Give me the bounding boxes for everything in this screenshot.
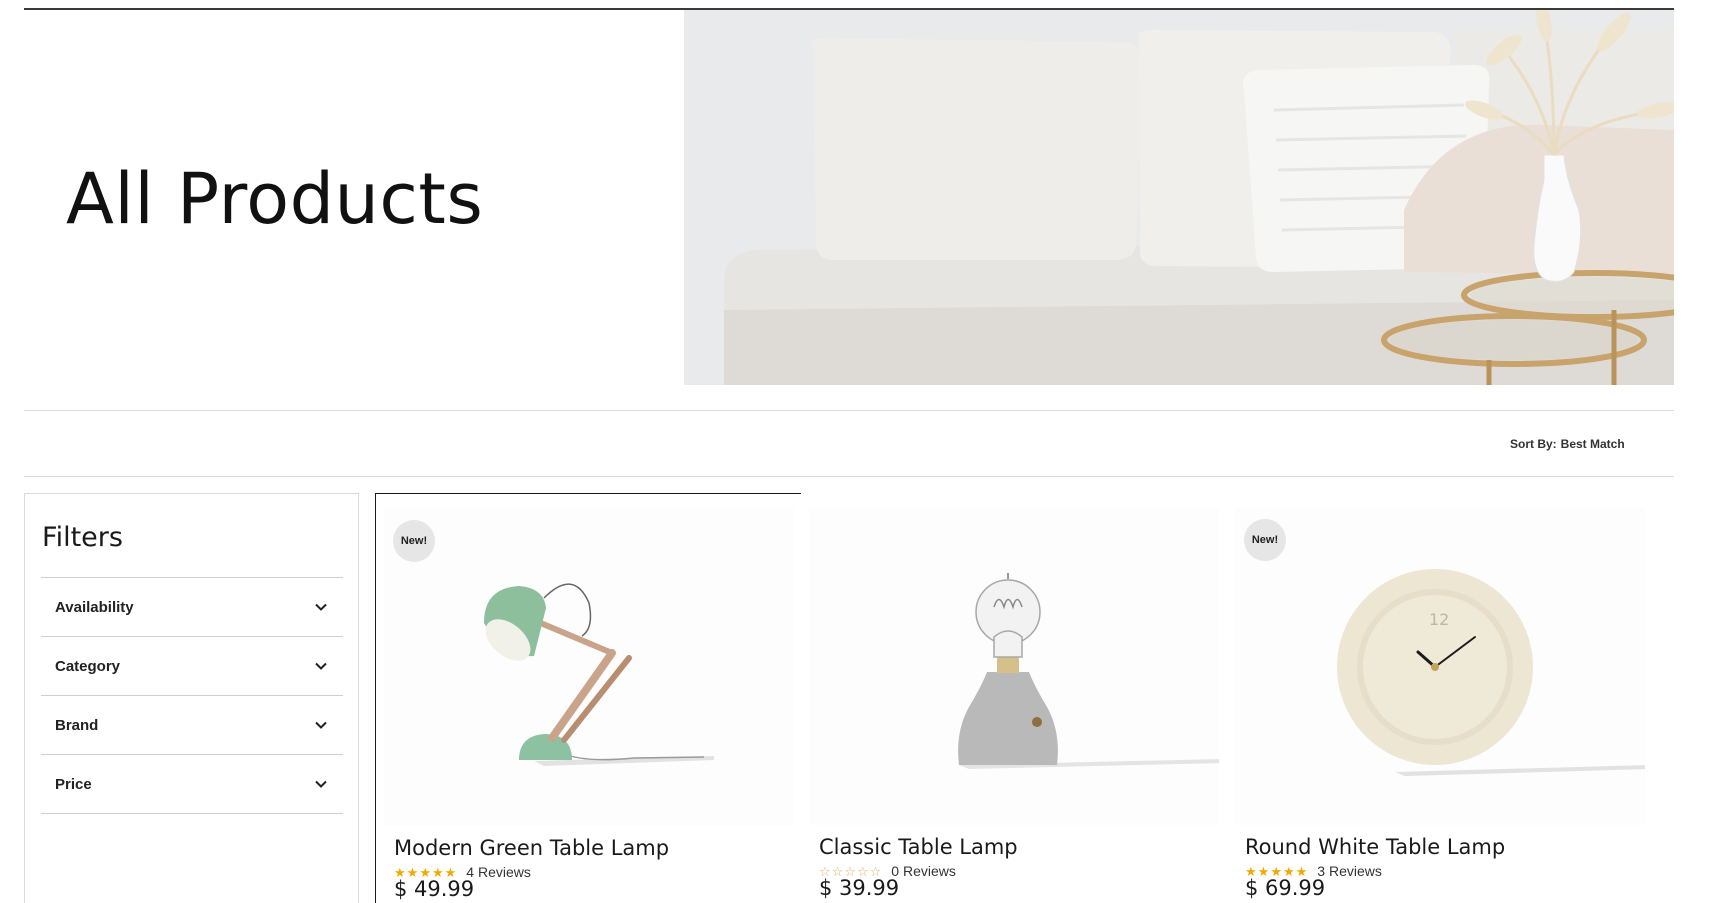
- review-count[interactable]: 4 Reviews: [466, 864, 531, 880]
- product-price: $ 49.99: [394, 877, 475, 901]
- product-card[interactable]: New! Modern Green Table Lamp ★ ★ ★ ★ ★ 4…: [375, 493, 803, 903]
- new-badge: New!: [393, 520, 435, 562]
- chevron-down-icon: [315, 721, 327, 729]
- filter-label: Availability: [55, 598, 134, 616]
- product-name[interactable]: Classic Table Lamp: [819, 835, 1018, 859]
- chevron-down-icon: [315, 780, 327, 788]
- product-card[interactable]: Classic Table Lamp ☆ ☆ ☆ ☆ ☆ 0 Reviews $…: [801, 493, 1229, 903]
- divider: [24, 410, 1674, 411]
- filter-brand[interactable]: Brand: [41, 696, 343, 755]
- filter-label: Category: [55, 657, 121, 675]
- hero-image: [684, 10, 1674, 385]
- filters-panel: Filters Availability Category Brand Pric…: [24, 493, 359, 903]
- review-count[interactable]: 0 Reviews: [891, 863, 956, 879]
- filter-label: Brand: [55, 716, 99, 734]
- product-image-concrete-bulb-lamp[interactable]: [809, 507, 1224, 825]
- sort-dropdown[interactable]: Sort By: Best Match: [1510, 434, 1625, 454]
- product-price: $ 69.99: [1245, 876, 1326, 900]
- top-divider: [24, 0, 1674, 10]
- chevron-down-icon: [315, 662, 327, 670]
- page-title: All Products: [66, 158, 484, 240]
- divider: [24, 476, 1674, 477]
- product-name[interactable]: Modern Green Table Lamp: [394, 836, 669, 860]
- product-image-green-desk-lamp[interactable]: New!: [384, 508, 794, 826]
- review-count[interactable]: 3 Reviews: [1317, 863, 1382, 879]
- filter-availability[interactable]: Availability: [41, 578, 343, 637]
- sort-label: Sort By:: [1510, 437, 1557, 451]
- product-price: $ 39.99: [819, 876, 900, 900]
- filter-label: Price: [55, 775, 92, 793]
- svg-text:12: 12: [1429, 610, 1449, 629]
- chevron-down-icon: [315, 603, 327, 611]
- product-name[interactable]: Round White Table Lamp: [1245, 835, 1505, 859]
- product-listing-page: All Products Sort By: Best Match Filters…: [0, 0, 1722, 903]
- sort-value: Best Match: [1560, 437, 1625, 451]
- product-image-round-white-clock[interactable]: 12 New!: [1235, 507, 1650, 825]
- new-badge: New!: [1244, 519, 1286, 561]
- product-card[interactable]: 12 New! Round White Table Lamp ★ ★ ★ ★ ★…: [1227, 493, 1655, 903]
- filter-price[interactable]: Price: [41, 755, 343, 814]
- filter-category[interactable]: Category: [41, 637, 343, 696]
- filter-list: Availability Category Brand Price: [41, 577, 343, 814]
- filters-title: Filters: [42, 522, 123, 553]
